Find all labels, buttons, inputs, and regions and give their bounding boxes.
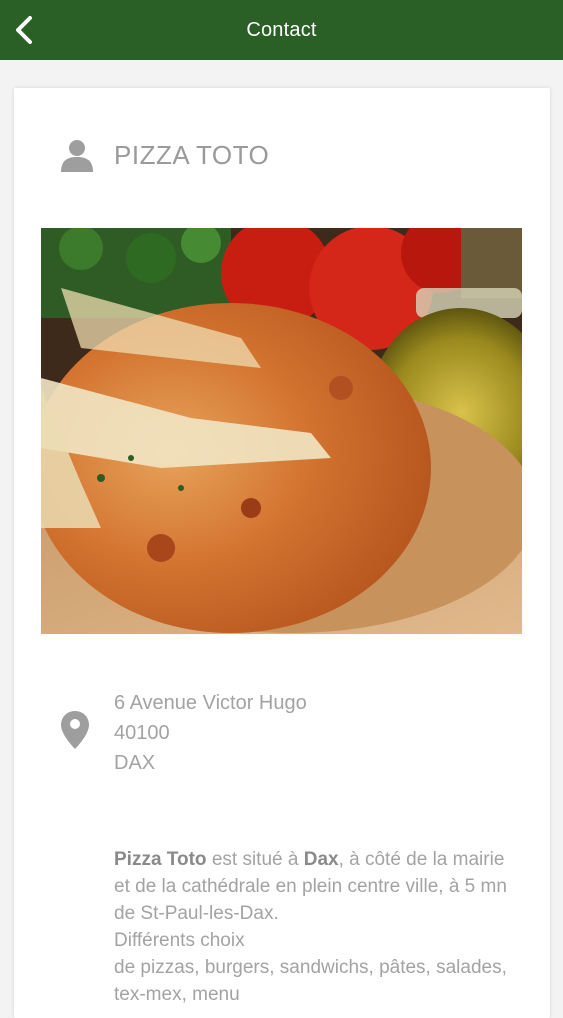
address-block: 6 Avenue Victor Hugo 40100 DAX [60,688,307,778]
chevron-left-icon [16,16,32,44]
address-street: 6 Avenue Victor Hugo [114,692,307,714]
back-button[interactable] [6,12,42,48]
description-paragraph: Pizza Toto est situé à Dax, à côté de la… [114,846,514,927]
address-postcode: 40100 [114,722,170,744]
description-name: Pizza Toto [114,849,207,870]
page-title: Contact [246,18,317,41]
app-bar: Contact [0,0,563,60]
description: Pizza Toto est situé à Dax, à côté de la… [114,846,514,1008]
person-icon [61,140,93,172]
description-text1: est situé à [206,849,304,870]
map-pin-icon [61,711,89,749]
description-line2: Différents choix [114,930,245,951]
pizza-photo [41,228,522,634]
description-city: Dax [303,849,339,870]
address-city: DAX [114,752,156,774]
contact-name-row: PIZZA TOTO [60,138,269,172]
contact-card: PIZZA TOTO 6 Avenue Victor Hugo 40100 DA… [14,88,550,1018]
contact-name: PIZZA TOTO [114,139,270,170]
